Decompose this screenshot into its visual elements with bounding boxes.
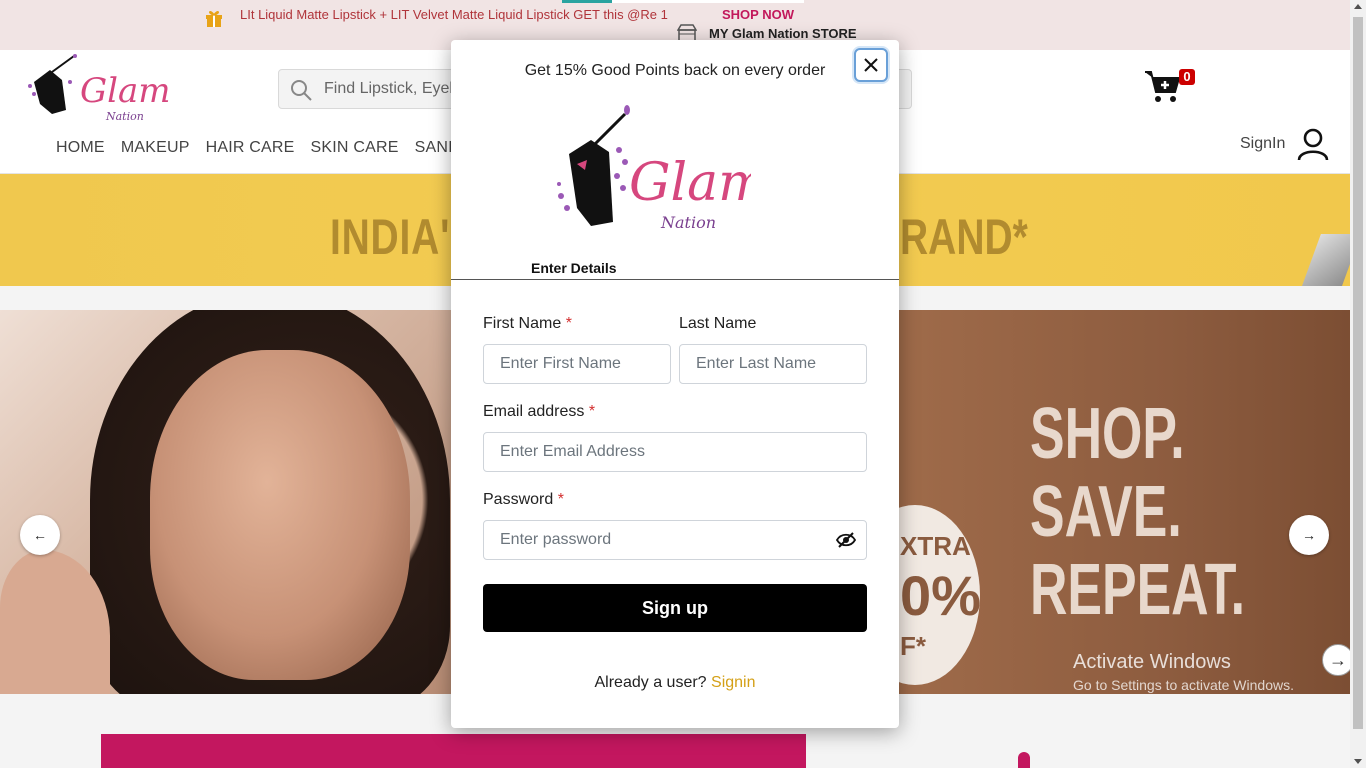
signup-modal: Get 15% Good Points back on every order … bbox=[451, 40, 899, 728]
first-name-input[interactable]: Enter First Name bbox=[483, 344, 671, 384]
modal-headline: Get 15% Good Points back on every order bbox=[524, 62, 826, 79]
section-title: Enter Details bbox=[531, 260, 617, 276]
nav-item-makeup[interactable]: MAKEUP bbox=[121, 139, 190, 157]
signup-button[interactable]: Sign up bbox=[483, 584, 867, 632]
signin-link[interactable]: Signin bbox=[711, 674, 755, 691]
page-scrollbar[interactable] bbox=[1350, 0, 1366, 768]
nav-item-home[interactable]: HOME bbox=[56, 139, 105, 157]
lipstick-image bbox=[1018, 752, 1030, 768]
arrow-right-icon: → bbox=[1329, 649, 1347, 670]
password-label: Password * bbox=[483, 491, 564, 508]
banner-text-right: RAND* bbox=[900, 209, 1028, 265]
slogan-repeat: REPEAT. bbox=[1030, 550, 1246, 630]
gift-icon bbox=[206, 11, 222, 27]
last-name-label: Last Name bbox=[679, 315, 757, 332]
search-input[interactable]: Find Lipstick, Eyel bbox=[324, 80, 453, 98]
glam-nation-modal-logo: Glam Nation bbox=[557, 105, 751, 232]
required-mark: * bbox=[565, 315, 572, 332]
signin-link[interactable]: SignIn bbox=[1240, 135, 1285, 153]
section-divider bbox=[451, 279, 899, 280]
arrow-right-icon: → bbox=[1302, 527, 1316, 543]
slogan-shop: SHOP. bbox=[1030, 394, 1185, 474]
required-mark: * bbox=[588, 403, 596, 420]
store-link[interactable]: MY Glam Nation STORE bbox=[709, 26, 857, 41]
email-label: Email address * bbox=[483, 403, 596, 420]
search-icon bbox=[291, 80, 312, 101]
windows-watermark-subtitle: Go to Settings to activate Windows. bbox=[1073, 677, 1294, 693]
nav-item-skin-care[interactable]: SKIN CARE bbox=[311, 139, 399, 157]
svg-text:Nation: Nation bbox=[660, 213, 716, 232]
cart-count-badge: 0 bbox=[1179, 69, 1195, 85]
cart-icon[interactable] bbox=[1143, 68, 1183, 104]
arrow-left-icon: ← bbox=[33, 527, 47, 543]
hero-model-image bbox=[0, 310, 460, 694]
user-icon[interactable] bbox=[1296, 127, 1330, 161]
promo-text[interactable]: LIt Liquid Matte Lipstick + LIT Velvet M… bbox=[240, 7, 668, 22]
slogan-save: SAVE. bbox=[1030, 472, 1182, 552]
required-mark: * bbox=[557, 491, 564, 508]
svg-text:Glam: Glam bbox=[629, 153, 751, 213]
windows-watermark-title: Activate Windows bbox=[1073, 651, 1231, 673]
svg-text:Glam: Glam bbox=[80, 71, 171, 111]
eye-slash-icon[interactable] bbox=[836, 531, 856, 549]
glam-nation-logo[interactable]: Glam Nation bbox=[22, 52, 172, 124]
first-name-label: First Name * bbox=[483, 315, 572, 332]
email-input[interactable]: Enter Email Address bbox=[483, 432, 867, 472]
scroll-down-icon[interactable] bbox=[1354, 759, 1362, 764]
page-peel-decoration bbox=[1299, 234, 1350, 286]
shop-now-link[interactable]: SHOP NOW bbox=[722, 7, 794, 22]
carousel-next-button[interactable]: → bbox=[1289, 515, 1329, 555]
progress-strip-fill bbox=[562, 0, 612, 3]
password-input[interactable]: Enter password bbox=[483, 520, 867, 560]
carousel-prev-button[interactable]: ← bbox=[20, 515, 60, 555]
already-user-text: Already a user? Signin bbox=[594, 674, 756, 691]
main-nav: HOME MAKEUP HAIR CARE SKIN CARE SANIT bbox=[56, 139, 463, 157]
nav-item-hair-care[interactable]: HAIR CARE bbox=[206, 139, 295, 157]
last-name-input[interactable]: Enter Last Name bbox=[679, 344, 867, 384]
svg-text:Nation: Nation bbox=[105, 110, 144, 123]
scrollbar-thumb[interactable] bbox=[1353, 17, 1363, 729]
scroll-up-icon[interactable] bbox=[1354, 4, 1362, 9]
pink-promo-block[interactable] bbox=[101, 734, 806, 768]
